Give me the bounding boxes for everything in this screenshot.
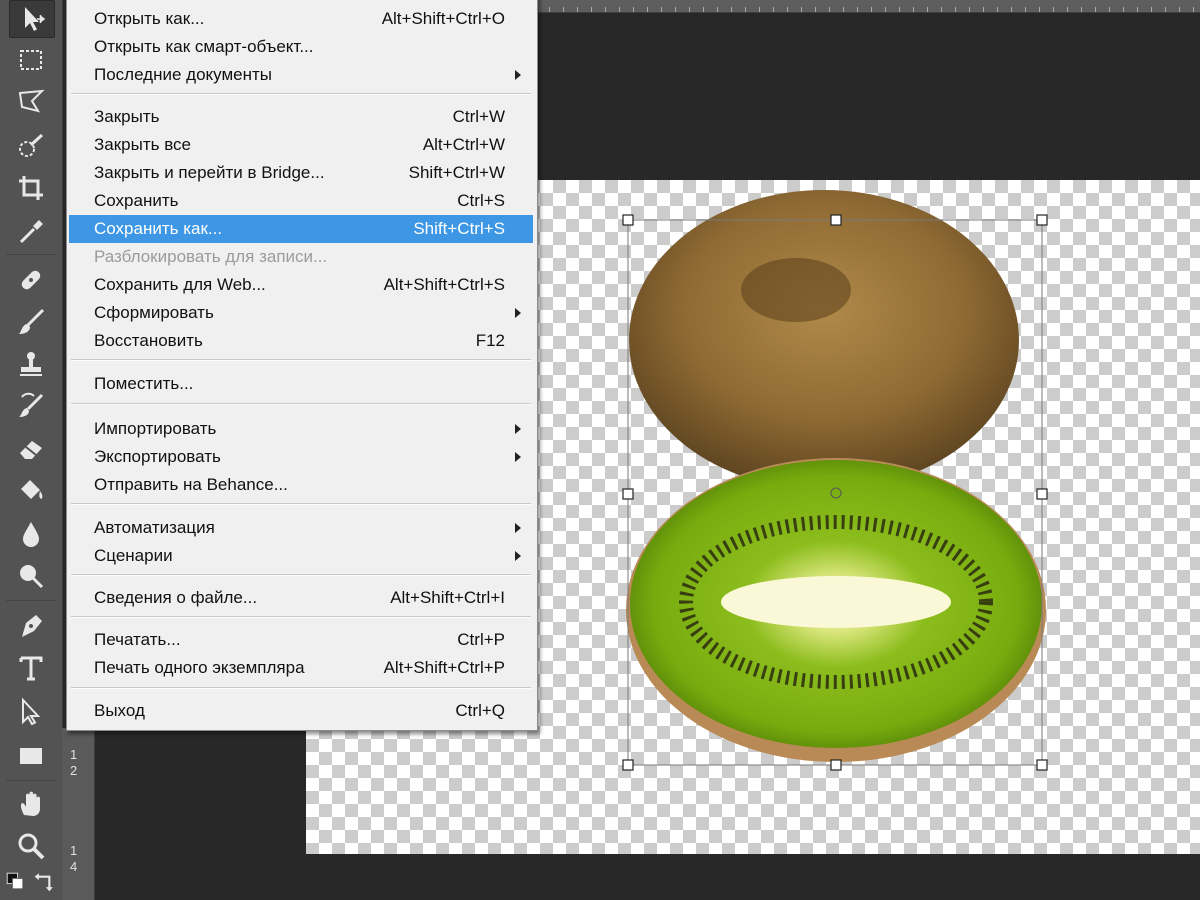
ruler-mark: 1 — [70, 843, 78, 858]
pen-tool-icon[interactable] — [9, 608, 53, 644]
menu-divider — [71, 403, 531, 405]
menu-item-export[interactable]: Экспортировать — [69, 443, 533, 471]
menu-item-scripts[interactable]: Сценарии — [69, 542, 533, 570]
submenu-arrow-icon — [515, 452, 521, 462]
toolbar-divider — [6, 600, 56, 601]
menu-item-open-as[interactable]: Открыть как... Alt+Shift+Ctrl+O — [69, 5, 533, 33]
menu-item-exit[interactable]: Выход Ctrl+Q — [69, 697, 533, 725]
menu-item-automate[interactable]: Автоматизация — [69, 514, 533, 542]
menu-item-revert[interactable]: Восстановить F12 — [69, 327, 533, 355]
tools-panel — [0, 0, 63, 900]
marquee-tool-icon[interactable] — [9, 42, 53, 78]
horizontal-ruler — [536, 0, 1200, 13]
history-brush-icon[interactable] — [9, 388, 53, 424]
menu-item-close-and-go-to-bridge[interactable]: Закрыть и перейти в Bridge... Shift+Ctrl… — [69, 159, 533, 187]
lasso-tool-icon[interactable] — [9, 84, 53, 120]
menu-item-save[interactable]: Сохранить Ctrl+S — [69, 187, 533, 215]
menu-item-save-for-web[interactable]: Сохранить для Web... Alt+Shift+Ctrl+S — [69, 271, 533, 299]
blur-tool-icon[interactable] — [9, 516, 53, 552]
healing-brush-icon[interactable] — [9, 262, 53, 298]
type-tool-icon[interactable] — [9, 650, 53, 686]
menu-item-recent-documents[interactable]: Последние документы — [69, 61, 533, 89]
eraser-icon[interactable] — [9, 430, 53, 466]
menu-item-generate[interactable]: Сформировать — [69, 299, 533, 327]
menu-item-close-all[interactable]: Закрыть все Alt+Ctrl+W — [69, 131, 533, 159]
file-menu: Открыть как... Alt+Shift+Ctrl+O Открыть … — [66, 0, 538, 731]
eyedropper-icon[interactable] — [9, 214, 53, 250]
menu-divider — [71, 616, 531, 618]
clone-stamp-icon[interactable] — [9, 346, 53, 382]
zoom-tool-icon[interactable] — [9, 828, 53, 864]
quick-selection-icon[interactable] — [9, 128, 53, 164]
toolbar-divider — [6, 780, 56, 781]
menu-divider — [71, 503, 531, 505]
menu-item-print[interactable]: Печатать... Ctrl+P — [69, 626, 533, 654]
menu-item-import[interactable]: Импортировать — [69, 415, 533, 443]
default-colors-icon[interactable] — [2, 866, 28, 896]
hand-tool-icon[interactable] — [9, 786, 53, 822]
submenu-arrow-icon — [515, 308, 521, 318]
ruler-mark: 2 — [70, 763, 78, 778]
menu-item-save-as[interactable]: Сохранить как... Shift+Ctrl+S — [69, 215, 533, 243]
menu-item-open-as-smart-object[interactable]: Открыть как смарт-объект... — [69, 33, 533, 61]
dodge-tool-icon[interactable] — [9, 558, 53, 594]
swap-colors-icon[interactable] — [32, 866, 58, 896]
brush-tool-icon[interactable] — [9, 304, 53, 340]
menu-divider — [71, 93, 531, 95]
submenu-arrow-icon — [515, 551, 521, 561]
kiwi-stem-spot — [741, 258, 851, 322]
paint-bucket-icon[interactable] — [9, 472, 53, 508]
toolbar-divider — [6, 254, 56, 255]
submenu-arrow-icon — [515, 523, 521, 533]
submenu-arrow-icon — [515, 424, 521, 434]
menu-divider — [71, 359, 531, 361]
menu-item-print-one-copy[interactable]: Печать одного экземпляра Alt+Shift+Ctrl+… — [69, 654, 533, 682]
menu-item-close[interactable]: Закрыть Ctrl+W — [69, 103, 533, 131]
move-tool-icon[interactable] — [9, 0, 55, 38]
path-selection-icon[interactable] — [9, 694, 53, 730]
whole-kiwi — [629, 190, 1019, 490]
menu-item-unlock-for-writing: Разблокировать для записи... — [94, 247, 328, 266]
kiwi-core — [721, 576, 951, 628]
menu-item-share-on-behance[interactable]: Отправить на Behance... — [69, 471, 533, 499]
menu-divider — [71, 687, 531, 689]
vertical-ruler: 1 2 1 4 — [62, 728, 95, 900]
crop-tool-icon[interactable] — [9, 170, 53, 206]
menu-item-place[interactable]: Поместить... — [69, 370, 533, 398]
menu-divider — [71, 574, 531, 576]
ruler-mark: 4 — [70, 859, 78, 874]
ruler-mark: 1 — [70, 747, 78, 762]
submenu-arrow-icon — [515, 70, 521, 80]
menu-item-file-info[interactable]: Сведения о файле... Alt+Shift+Ctrl+I — [69, 584, 533, 612]
rectangle-tool-icon[interactable] — [9, 738, 53, 774]
